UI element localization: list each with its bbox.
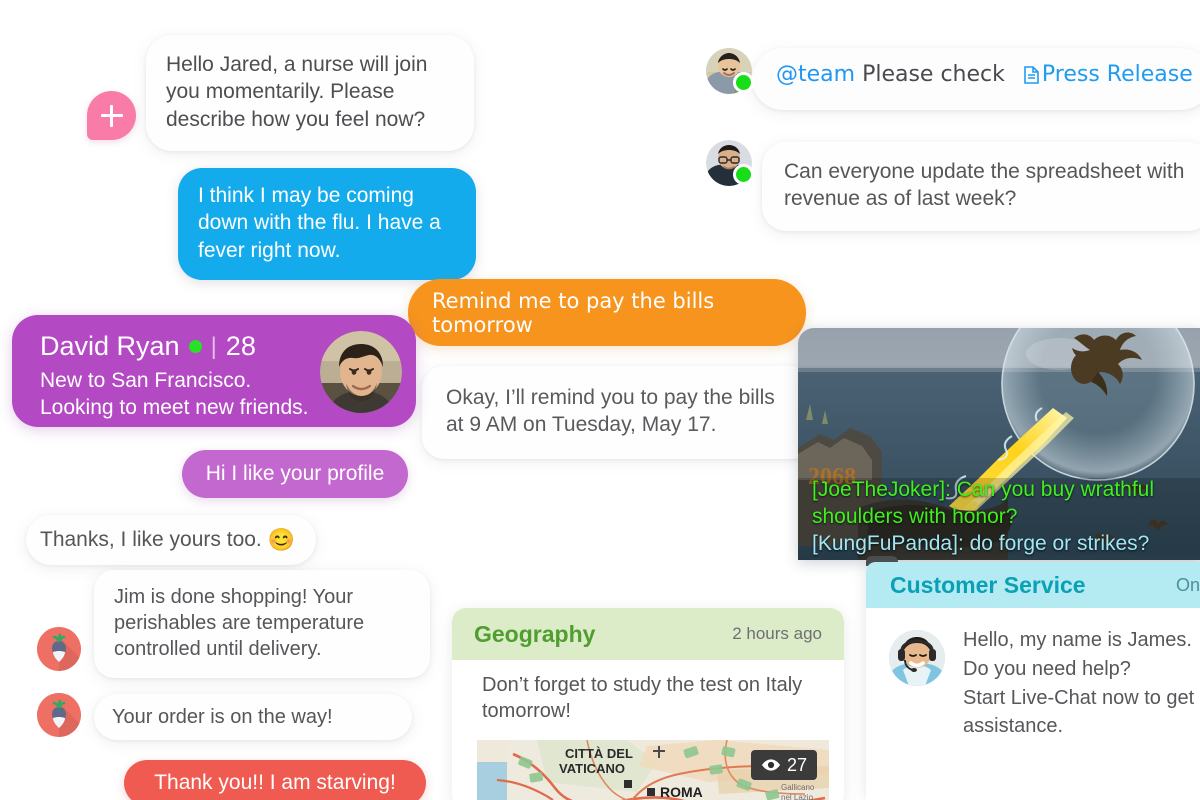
radish-avatar [37, 693, 81, 737]
patient-message-text: I think I may be coming down with the fl… [198, 184, 441, 262]
profile-name-row: David Ryan | 28 [40, 331, 256, 362]
game-stream-panel[interactable]: 2068 [JoeTheJoker]: Can you buy wrathful… [798, 328, 1200, 560]
patient-message-bubble: I think I may be coming down with the fl… [178, 168, 476, 280]
map-thumbnail[interactable]: CITTÀ DEL VATICANO ROMA Gallicano nel La… [477, 740, 829, 800]
svg-text:ROMA: ROMA [660, 784, 703, 800]
dating-incoming-text: Thanks, I like yours too. [40, 528, 262, 552]
team-message-bubble-2: Can everyone update the spreadsheet with… [762, 142, 1200, 231]
team-message-1-text: Please check [862, 62, 1005, 87]
svg-text:CITTÀ DEL: CITTÀ DEL [565, 746, 633, 761]
game-chat-line-1: [JoeTheJoker]: Can you buy wrathful shou… [812, 478, 1155, 529]
customer-service-message: Hello, my name is James. Do you need hel… [963, 629, 1195, 738]
dating-incoming-bubble: Thanks, I like yours too. 😊 [26, 515, 316, 565]
customer-service-status: On [1175, 574, 1200, 595]
add-attachment-button[interactable] [87, 91, 136, 140]
profile-photo [320, 331, 402, 413]
grocery-customer-reply-text: Thank you!! I am starving! [154, 771, 396, 794]
game-chat-line-2: [KungFuPanda]: do forge or strikes? [812, 532, 1150, 556]
eye-icon [761, 759, 780, 771]
customer-service-header: Customer Service On [866, 562, 1200, 608]
radish-avatar [37, 627, 81, 671]
grocery-message-2-text: Your order is on the way! [112, 706, 333, 728]
geography-body-text: Don’t forget to study the test on Italy … [482, 674, 803, 722]
grocery-message-1-text: Jim is done shopping! Your perishables a… [114, 586, 365, 660]
map-views-count: 27 [786, 754, 807, 775]
profile-name: David Ryan [40, 331, 180, 361]
online-status-dot [733, 72, 754, 93]
grocery-message-bubble-1: Jim is done shopping! Your perishables a… [94, 570, 430, 678]
plus-icon [100, 104, 123, 127]
geography-card-header: Geography 2 hours ago [452, 608, 844, 660]
map-views-badge: 27 [750, 750, 817, 780]
online-status-dot [188, 340, 202, 353]
assistant-user-request-text: Remind me to pay the bills tomorrow [432, 288, 715, 337]
smiley-emoji: 😊 [267, 526, 296, 552]
game-chat-overlay: [JoeTheJoker]: Can you buy wrathful shou… [812, 477, 1200, 558]
svg-text:nel Lazio: nel Lazio [781, 793, 814, 800]
dating-outgoing-bubble: Hi I like your profile [182, 450, 408, 498]
profile-description: New to San Francisco. Looking to meet ne… [40, 369, 309, 420]
team-message-2-text: Can everyone update the spreadsheet with… [784, 160, 1185, 211]
profile-separator: | [210, 332, 217, 360]
dating-outgoing-text: Hi I like your profile [205, 462, 385, 485]
customer-service-title: Customer Service [890, 571, 1086, 598]
svg-text:VATICANO: VATICANO [559, 761, 625, 776]
customer-service-panel[interactable]: Customer Service On Hello, my name is Ja… [866, 562, 1200, 800]
grocery-customer-reply-bubble: Thank you!! I am starving! [124, 760, 426, 800]
geography-card[interactable]: Geography 2 hours ago Don’t forget to st… [452, 608, 844, 800]
assistant-reply-bubble: Okay, I’ll remind you to pay the bills a… [422, 366, 814, 459]
assistant-reply-text: Okay, I’ll remind you to pay the bills a… [446, 386, 775, 437]
chat-showcase-canvas: Hello Jared, a nurse will join you momen… [0, 0, 1200, 800]
radish-icon [37, 693, 81, 737]
profile-age: 28 [225, 331, 256, 361]
team-message-1-content: @team Please check Press Release [776, 62, 1193, 87]
grocery-message-bubble-2: Your order is on the way! [94, 694, 412, 740]
svg-text:Gallicano: Gallicano [781, 783, 815, 792]
press-release-label: Press Release [1041, 62, 1193, 87]
dating-profile-card[interactable]: David Ryan | 28 New to San Francisco. Lo… [12, 315, 416, 427]
geography-title: Geography [474, 620, 596, 647]
press-release-link[interactable]: Press Release [1024, 62, 1193, 87]
team-mention[interactable]: @team [776, 62, 855, 87]
geography-timestamp: 2 hours ago [732, 624, 822, 643]
document-icon [1024, 66, 1039, 84]
support-agent-avatar [889, 630, 945, 686]
nurse-message-bubble: Hello Jared, a nurse will join you momen… [146, 35, 474, 151]
nurse-message-text: Hello Jared, a nurse will join you momen… [166, 53, 428, 131]
online-status-dot [733, 164, 754, 185]
assistant-user-request-bubble: Remind me to pay the bills tomorrow [408, 279, 806, 346]
radish-icon [37, 627, 81, 671]
